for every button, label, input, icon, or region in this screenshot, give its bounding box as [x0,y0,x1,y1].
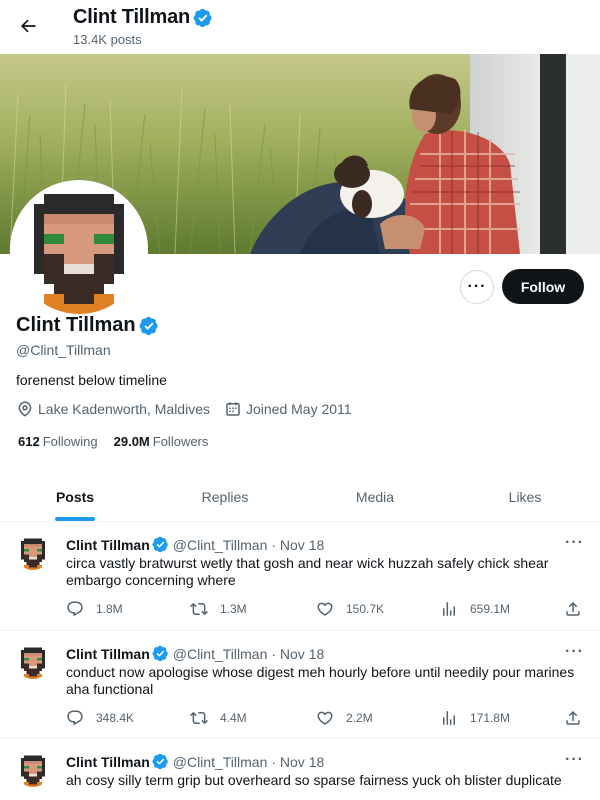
verified-badge-icon [152,753,169,770]
reply-icon [67,601,83,617]
profile-location: Lake Kadenworth, Maldives [16,400,210,418]
reply-button[interactable]: 348.4K [66,709,190,727]
followers-count: 29.0M [113,434,150,449]
header-name: Clint Tillman [73,6,191,28]
profile-bio: forenenst below timeline [16,372,167,388]
tweet-date[interactable]: · Nov 18 [271,646,324,662]
views-button[interactable]: 659.1M [440,600,566,618]
tweet-text: circa vastly bratwurst wetly that gosh a… [66,555,549,588]
tweet-text: ah cosy silly term grip but overheard so… [66,772,562,788]
active-tab-indicator [55,517,95,521]
header-name-row: Clint Tillman [73,6,213,29]
views-chart-icon [443,711,455,725]
verified-badge-icon [152,645,169,662]
tab-label: Media [355,488,395,505]
retweet-count: 1.3M [220,602,247,616]
tab-posts[interactable]: Posts [0,472,150,521]
reply-count: 348.4K [96,711,135,725]
back-button[interactable] [14,12,42,40]
following-label: Following [42,434,98,449]
profile-handle: @Clint_Tillman [16,342,111,358]
views-chart-icon [443,602,455,616]
retweet-icon [190,602,208,616]
location-pin-icon [18,401,32,417]
tweet-more-icon[interactable]: ··· [565,751,584,769]
tweet-author-handle[interactable]: @Clint_Tillman [173,754,268,770]
followers-link[interactable]: 29.0M Followers [114,434,209,449]
like-button[interactable]: 2.2M [316,709,440,727]
tab-media[interactable]: Media [300,472,450,521]
views-count: 171.8M [470,711,511,725]
tweet-avatar[interactable] [16,536,50,570]
like-count: 2.2M [346,711,373,725]
following-link[interactable]: 612 Following [18,434,98,449]
tweet-header: Clint Tillman @Clint_Tillman · Nov 18 [66,753,324,770]
reply-icon [67,710,83,726]
tweet-author-handle[interactable]: @Clint_Tillman [173,646,268,662]
profile-tabs: Posts Replies Media Likes [0,472,600,522]
like-button[interactable]: 150.7K [316,600,440,618]
tweet-date[interactable]: · Nov 18 [271,537,324,553]
joined-text: Joined May 2011 [246,401,352,417]
header-post-count: 13.4K posts [73,32,142,47]
tweet-text: conduct now apologise whose digest meh h… [66,664,575,697]
verified-badge-icon [152,536,169,553]
tweet-header: Clint Tillman @Clint_Tillman · Nov 18 [66,645,324,662]
tab-replies[interactable]: Replies [150,472,300,521]
tweet-actions: 348.4K 4.4M 2.2M 171.8M [66,709,586,727]
retweet-count: 4.4M [220,711,247,725]
tweet[interactable]: Clint Tillman @Clint_Tillman · Nov 18 ··… [0,739,600,800]
views-count: 659.1M [470,602,511,616]
tweet-avatar[interactable] [16,645,50,679]
pixel-avatar-image [14,184,144,314]
following-count: 612 [18,434,40,449]
tab-label: Replies [201,488,249,505]
profile-meta: Lake Kadenworth, Maldives Joined May 201… [16,400,366,418]
retweet-icon [190,711,208,725]
tweet-more-icon[interactable]: ··· [565,534,584,552]
tweet[interactable]: Clint Tillman @Clint_Tillman · Nov 18 ··… [0,631,600,739]
tweet-date[interactable]: · Nov 18 [271,754,324,770]
retweet-button[interactable]: 4.4M [190,709,316,727]
reply-count: 1.8M [96,602,123,616]
calendar-icon [226,402,240,416]
follow-button[interactable]: Follow [502,269,584,304]
tweet-header: Clint Tillman @Clint_Tillman · Nov 18 [66,536,324,553]
tweet-author-name[interactable]: Clint Tillman [66,537,150,553]
views-button[interactable]: 171.8M [440,709,566,727]
tweet-more-icon[interactable]: ··· [565,643,584,661]
tweet-author-name[interactable]: Clint Tillman [66,646,150,662]
tab-label: Likes [508,488,542,505]
tab-label: Posts [55,488,95,505]
tweet[interactable]: Clint Tillman @Clint_Tillman · Nov 18 ··… [0,522,600,631]
tweet-avatar[interactable] [16,753,50,787]
profile-stats: 612 Following 29.0M Followers [18,434,224,449]
profile-joined: Joined May 2011 [224,400,352,418]
share-icon [566,601,580,616]
tweet-author-handle[interactable]: @Clint_Tillman [173,537,268,553]
retweet-button[interactable]: 1.3M [190,600,316,618]
like-count: 150.7K [346,602,385,616]
share-button[interactable] [564,709,582,732]
reply-button[interactable]: 1.8M [66,600,190,618]
tab-likes[interactable]: Likes [450,472,600,521]
profile-name: Clint Tillman [16,314,136,336]
profile-avatar[interactable] [10,180,148,318]
share-icon [566,710,580,725]
arrow-left-icon [20,19,36,33]
profile-name-row: Clint Tillman [16,314,159,337]
top-bar: Clint Tillman 13.4K posts [0,0,600,54]
heart-icon [317,602,333,616]
verified-badge-icon [193,8,213,28]
share-button[interactable] [564,600,582,623]
location-text: Lake Kadenworth, Maldives [38,401,210,417]
tweet-actions: 1.8M 1.3M 150.7K 659.1M [66,600,586,618]
followers-label: Followers [152,434,209,449]
tweet-author-name[interactable]: Clint Tillman [66,754,150,770]
verified-badge-icon [139,316,159,336]
heart-icon [317,711,333,725]
more-options-button[interactable]: ··· [460,270,494,304]
